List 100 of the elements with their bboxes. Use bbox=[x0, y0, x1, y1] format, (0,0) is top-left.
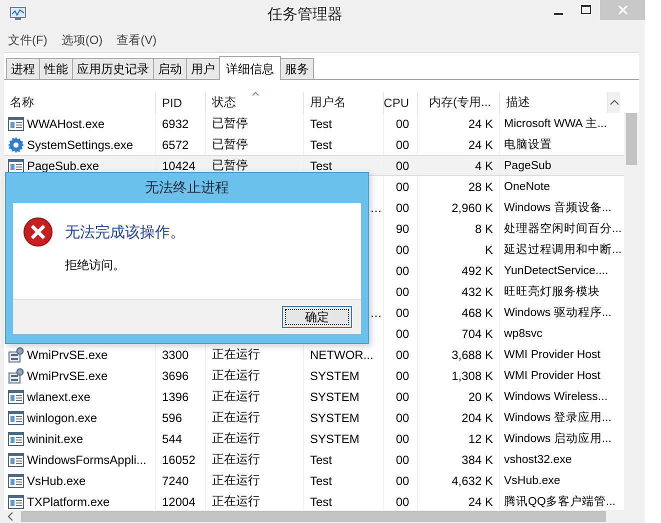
column-header[interactable]: 名称 bbox=[4, 92, 156, 113]
tab[interactable]: 应用历史记录 bbox=[72, 58, 154, 79]
table-cell: 1396 bbox=[162, 390, 189, 404]
table-cell: Test bbox=[310, 138, 332, 152]
table-cell: 24 K bbox=[468, 494, 493, 508]
monitor-icon bbox=[10, 7, 26, 21]
tab[interactable]: 启动 bbox=[153, 58, 187, 79]
table-cell: SYSTEM bbox=[310, 390, 360, 404]
table-cell: 90 bbox=[396, 222, 410, 236]
menu-item[interactable]: 文件(F) bbox=[8, 32, 48, 48]
server-icon bbox=[8, 346, 24, 362]
table-cell: 492 K bbox=[462, 264, 493, 278]
column-header[interactable]: 用户名 bbox=[304, 92, 384, 113]
window-icon bbox=[8, 390, 24, 404]
table-cell: K bbox=[484, 242, 493, 256]
table-cell: winlogon.exe bbox=[27, 410, 98, 424]
table-cell: Windows 驱动程序... bbox=[504, 305, 612, 320]
window-icon bbox=[8, 116, 24, 130]
window-icon bbox=[8, 432, 24, 446]
dialog-message: 拒绝访问。 bbox=[65, 257, 126, 274]
table-cell: 432 K bbox=[462, 284, 493, 298]
table-cell: Test bbox=[310, 474, 332, 488]
column-header[interactable]: 内存(专用... bbox=[418, 92, 500, 113]
table-cell: SystemSettings.exe bbox=[27, 138, 134, 152]
table-cell: 正在运行 bbox=[212, 472, 260, 489]
table-cell: 00 bbox=[396, 284, 410, 298]
table-cell: 00 bbox=[396, 180, 410, 194]
table-cell: WindowsFormsAppli... bbox=[27, 452, 146, 466]
table-cell: 正在运行 bbox=[212, 409, 260, 426]
table-cell: 旺旺亮灯服务模块 bbox=[504, 284, 600, 299]
table-cell: 4 K bbox=[474, 158, 493, 172]
table-cell: 384 K bbox=[462, 452, 493, 466]
table-cell: 正在运行 bbox=[212, 430, 260, 447]
table-cell: 00 bbox=[396, 452, 410, 466]
tab[interactable]: 进程 bbox=[6, 58, 40, 79]
ok-button[interactable]: 确定 bbox=[282, 306, 352, 328]
table-cell-text: 电脑设置 bbox=[504, 138, 552, 152]
table-cell: Microsoft WWA 主... bbox=[504, 116, 607, 131]
table-cell: YunDetectService.... bbox=[504, 264, 608, 276]
tab[interactable]: 用户 bbox=[186, 58, 220, 79]
table-cell: Windows 音频设备... bbox=[504, 200, 612, 215]
table-cell: 1,308 K bbox=[452, 368, 493, 382]
scroll-up-button[interactable] bbox=[608, 92, 620, 113]
table-cell: Test bbox=[310, 452, 332, 466]
table-cell: VsHub.exe bbox=[504, 474, 560, 486]
table-cell: NETWOR... bbox=[310, 348, 374, 362]
table-cell: 204 K bbox=[462, 410, 493, 424]
table-cell: 正在运行 bbox=[212, 388, 260, 405]
table-cell: Windows Wireless... bbox=[504, 390, 608, 402]
error-icon bbox=[23, 217, 53, 247]
table-cell: PageSub.exe bbox=[27, 158, 100, 172]
table-cell: 已暂停 bbox=[212, 157, 248, 174]
table-cell: WMI Provider Host bbox=[504, 348, 600, 360]
menu-item[interactable]: 选项(O) bbox=[61, 32, 103, 48]
table-cell: 24 K bbox=[468, 138, 493, 152]
table-cell: 12 K bbox=[468, 432, 493, 446]
window-title: 任务管理器 bbox=[266, 4, 344, 24]
table-cell: 已暂停 bbox=[212, 115, 248, 132]
dialog-heading: 无法完成该操作。 bbox=[65, 222, 185, 242]
table-cell-text: Windows 登录应用... bbox=[504, 410, 612, 425]
dialog-title: 无法终止进程 bbox=[144, 178, 230, 197]
tab[interactable]: 服务 bbox=[280, 58, 314, 79]
window-icon bbox=[8, 474, 24, 488]
table-cell: wininit.exe bbox=[27, 432, 84, 446]
column-label: 名称 bbox=[10, 94, 34, 111]
scroll-left-icon bbox=[8, 512, 13, 521]
table-cell: 00 bbox=[396, 242, 410, 256]
column-header[interactable]: 状态 bbox=[206, 92, 304, 113]
column-label: CPU bbox=[384, 96, 409, 110]
table-cell: 8 K bbox=[474, 222, 493, 236]
table-cell: 00 bbox=[396, 138, 410, 152]
table-cell: Test bbox=[310, 116, 332, 130]
table-cell: 00 bbox=[396, 368, 410, 382]
table-cell: TXPlatform.exe bbox=[27, 494, 110, 508]
window-icon bbox=[8, 158, 24, 172]
table-cell: 3696 bbox=[162, 368, 189, 382]
table-cell: 00 bbox=[396, 474, 410, 488]
table-cell: 596 bbox=[162, 410, 182, 424]
table-cell: 00 bbox=[396, 200, 410, 214]
table-cell: wlanext.exe bbox=[27, 390, 90, 404]
tab[interactable]: 详细信息 bbox=[219, 56, 281, 80]
table-cell: 7240 bbox=[162, 474, 189, 488]
table-cell: 28 K bbox=[468, 180, 493, 194]
table-cell: 3300 bbox=[162, 348, 189, 362]
table-cell: 3,688 K bbox=[452, 348, 493, 362]
table-cell: 24 K bbox=[468, 116, 493, 130]
menu-item[interactable]: 查看(V) bbox=[116, 32, 157, 48]
column-label: 描述 bbox=[506, 94, 530, 111]
column-label: 状态 bbox=[212, 94, 236, 111]
table-cell: OneNote bbox=[504, 180, 550, 192]
table-cell: SYSTEM bbox=[310, 368, 360, 382]
table-cell: 处理器空闲时间百分... bbox=[504, 221, 622, 236]
column-header[interactable]: CPU bbox=[384, 92, 418, 113]
column-header[interactable]: PID bbox=[156, 92, 206, 113]
tab[interactable]: 性能 bbox=[39, 58, 73, 79]
column-label: PID bbox=[162, 96, 182, 110]
table-cell: WWAHost.exe bbox=[27, 116, 105, 130]
gear-icon bbox=[8, 136, 24, 152]
column-label: 内存(专用... bbox=[429, 94, 491, 111]
table-cell: 00 bbox=[396, 494, 410, 508]
